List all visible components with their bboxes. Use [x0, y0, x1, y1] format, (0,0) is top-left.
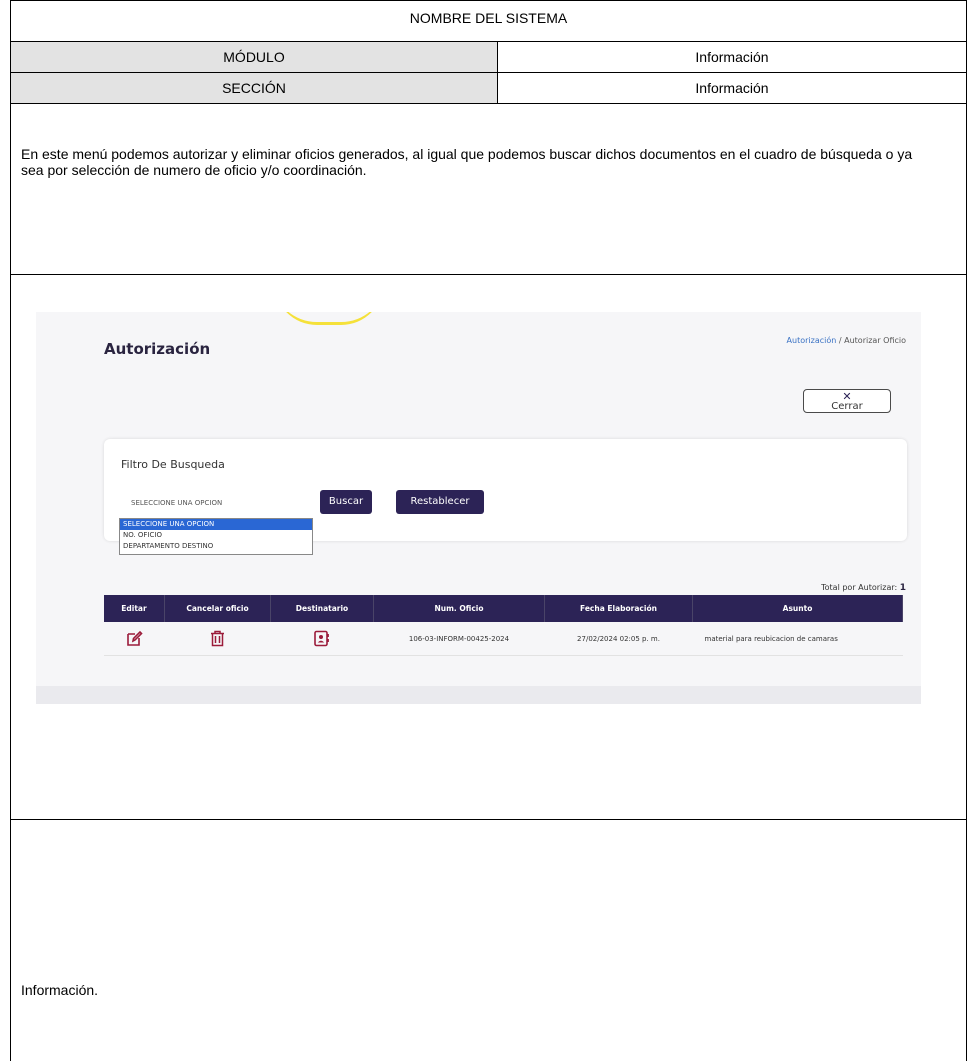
fecha-cell: 27/02/2024 02:05 p. m. — [544, 622, 693, 656]
column-header: Num. Oficio — [373, 595, 545, 622]
cancel-cell — [164, 622, 271, 656]
filter-dropdown: SELECCIONE UNA OPCION NO. OFICIO DEPARTA… — [119, 518, 313, 555]
total-value: 1 — [899, 583, 906, 593]
breadcrumb: Autorización / Autorizar Oficio — [787, 336, 906, 345]
column-header: Editar — [104, 595, 165, 622]
footer-text: Información. — [21, 982, 99, 998]
module-row: MÓDULO Información — [10, 41, 967, 72]
contact-card-icon[interactable] — [314, 630, 330, 647]
footer-bar — [36, 686, 921, 704]
section-label: SECCIÓN — [11, 73, 498, 103]
section-row: SECCIÓN Información — [10, 72, 967, 103]
trash-icon[interactable] — [210, 630, 225, 647]
reset-button[interactable]: Restablecer — [396, 490, 484, 514]
close-label: Cerrar — [831, 401, 863, 412]
search-button[interactable]: Buscar — [320, 490, 372, 514]
edit-cell — [104, 622, 165, 656]
decorative-arc — [274, 312, 384, 325]
close-button[interactable]: ✕ Cerrar — [803, 389, 891, 413]
total-pending: Total por Autorizar: 1 — [821, 583, 906, 593]
page-title: Autorización — [104, 340, 211, 358]
num-oficio-cell: 106-03-INFORM-00425-2024 — [373, 622, 545, 656]
description-box: En este menú podemos autorizar y elimina… — [10, 103, 967, 275]
dropdown-option[interactable]: NO. OFICIO — [120, 530, 312, 541]
column-header: Asunto — [692, 595, 903, 622]
embedded-screenshot: Autorización Autorización / Autorizar Of… — [36, 312, 921, 704]
asunto-cell: material para reubicacion de camaras — [692, 622, 903, 656]
dropdown-option[interactable]: DEPARTAMENTO DESTINO — [120, 541, 312, 552]
screenshot-box: Autorización Autorización / Autorizar Of… — [10, 274, 967, 820]
info-box: Información. — [10, 819, 967, 1061]
dropdown-option[interactable]: SELECCIONE UNA OPCION — [120, 519, 312, 530]
module-label: MÓDULO — [11, 42, 498, 72]
system-name: NOMBRE DEL SISTEMA — [409, 10, 568, 26]
description-text: En este menú podemos autorizar y elimina… — [21, 146, 913, 178]
breadcrumb-current: Autorizar Oficio — [844, 336, 906, 345]
recipient-cell — [270, 622, 374, 656]
filter-select[interactable]: SELECCIONE UNA OPCION — [121, 494, 301, 512]
section-value: Información — [498, 73, 966, 103]
document-form: NOMBRE DEL SISTEMA MÓDULO Información SE… — [10, 0, 969, 1061]
column-header: Destinatario — [270, 595, 374, 622]
table-row: 106-03-INFORM-00425-2024 27/02/2024 02:0… — [104, 622, 903, 656]
edit-icon[interactable] — [126, 630, 143, 647]
total-label: Total por Autorizar: — [821, 583, 898, 592]
breadcrumb-separator: / — [838, 336, 842, 345]
module-value: Información — [498, 42, 966, 72]
filter-title: Filtro De Busqueda — [121, 458, 225, 471]
table-header-row: Editar Cancelar oficio Destinatario Num.… — [104, 595, 903, 622]
system-name-row: NOMBRE DEL SISTEMA — [10, 0, 967, 41]
column-header: Cancelar oficio — [164, 595, 271, 622]
breadcrumb-link[interactable]: Autorización — [787, 336, 837, 345]
column-header: Fecha Elaboración — [544, 595, 693, 622]
authorization-table: Editar Cancelar oficio Destinatario Num.… — [104, 595, 903, 656]
